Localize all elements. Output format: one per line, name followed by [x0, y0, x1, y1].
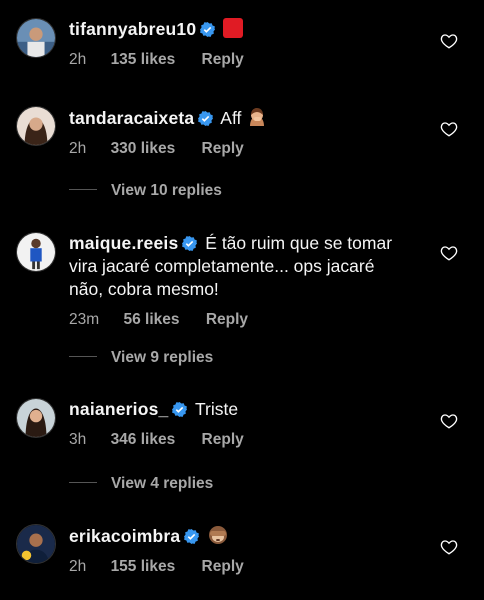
reply-button[interactable]: Reply	[202, 140, 244, 158]
facepalm-emoji-icon	[246, 106, 268, 128]
reply-button[interactable]: Reply	[206, 311, 248, 329]
like-heart-icon[interactable]	[440, 244, 458, 262]
like-heart-icon[interactable]	[440, 412, 458, 430]
verified-badge-icon	[172, 402, 188, 417]
comment-body-line-3: não, cobra mesmo!	[69, 279, 219, 299]
comment-time: 2h	[69, 140, 87, 157]
avatar[interactable]	[16, 232, 56, 272]
comment-time: 23m	[69, 311, 100, 328]
comment-body: Aff	[220, 108, 242, 128]
comment-username[interactable]: tandaracaixeta	[69, 108, 194, 128]
comment-likes[interactable]: 346 likes	[111, 431, 176, 449]
comment-text: erikacoimbra	[69, 524, 432, 548]
comment-text: naianerios_ Triste	[69, 398, 432, 421]
reply-button[interactable]: Reply	[202, 431, 244, 449]
comment-username[interactable]: maique.reeis	[69, 233, 178, 253]
like-heart-icon[interactable]	[440, 120, 458, 138]
comment-meta: 2h 330 likes Reply	[69, 140, 432, 158]
view-replies-button[interactable]: View 4 replies	[69, 475, 213, 493]
comment-username[interactable]: naianerios_	[69, 399, 168, 419]
verified-badge-icon	[198, 111, 214, 126]
comment-meta: 2h 155 likes Reply	[69, 558, 432, 576]
reply-button[interactable]: Reply	[202, 51, 244, 69]
comment-meta: 23m 56 likes Reply	[69, 311, 432, 329]
verified-badge-icon	[182, 236, 198, 251]
view-replies-button[interactable]: View 10 replies	[69, 182, 222, 200]
comment-username[interactable]: tifannyabreu10	[69, 19, 196, 39]
view-replies-label: View 10 replies	[111, 182, 222, 199]
comment-likes[interactable]: 56 likes	[123, 311, 179, 329]
avatar[interactable]	[16, 524, 56, 564]
divider	[69, 482, 97, 483]
verified-badge-icon	[184, 529, 200, 544]
verified-badge-icon	[200, 22, 216, 37]
divider	[69, 356, 97, 357]
view-replies-label: View 4 replies	[111, 475, 214, 492]
comment-body-line-2: vira jacaré completamente... ops jacaré	[69, 256, 375, 276]
comment-text: tandaracaixeta Aff	[69, 106, 432, 130]
comment-time: 2h	[69, 51, 87, 68]
like-heart-icon[interactable]	[440, 538, 458, 556]
view-replies-button[interactable]: View 9 replies	[69, 349, 213, 367]
avatar[interactable]	[16, 106, 56, 146]
avatar[interactable]	[16, 398, 56, 438]
comment-text: tifannyabreu10	[69, 18, 432, 41]
comment-time: 2h	[69, 558, 87, 575]
comment-meta: 2h 135 likes Reply	[69, 51, 432, 69]
view-replies-label: View 9 replies	[111, 349, 214, 366]
reply-button[interactable]: Reply	[202, 558, 244, 576]
red-square-emoji-icon	[223, 18, 244, 38]
comment-meta: 3h 346 likes Reply	[69, 431, 432, 449]
avatar[interactable]	[16, 18, 56, 58]
like-heart-icon[interactable]	[440, 32, 458, 50]
comment-likes[interactable]: 330 likes	[111, 140, 176, 158]
comment-likes[interactable]: 155 likes	[111, 558, 176, 576]
comment-username[interactable]: erikacoimbra	[69, 526, 180, 546]
comment-time: 3h	[69, 431, 87, 448]
see-no-evil-monkey-emoji-icon	[207, 524, 229, 546]
comment-text: maique.reeis É tão ruim que se tomar	[69, 232, 432, 255]
comment-likes[interactable]: 135 likes	[111, 51, 176, 69]
divider	[69, 189, 97, 190]
comment-body: Triste	[195, 399, 239, 419]
comment-body-line-1: É tão ruim que se tomar	[205, 233, 393, 253]
